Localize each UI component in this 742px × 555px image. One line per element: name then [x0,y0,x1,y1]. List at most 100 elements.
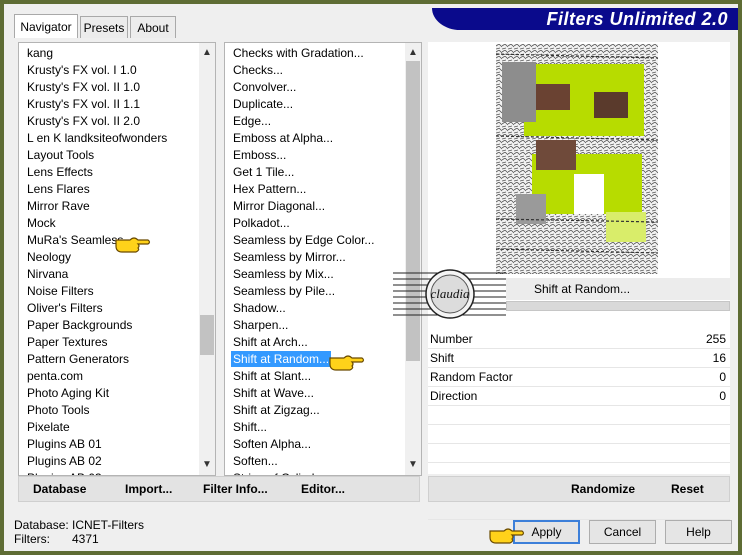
filter-item[interactable]: Sharpen... [225,317,403,334]
filter-item[interactable]: Checks with Gradation... [225,45,403,62]
scroll-up-arrow-icon[interactable]: ▲ [405,45,421,61]
category-item[interactable]: Krusty's FX vol. I 1.0 [19,62,197,79]
filter-item[interactable]: Hex Pattern... [225,181,403,198]
selected-filter-name: Shift at Random... [506,278,730,300]
category-item[interactable]: L en K landksiteofwonders [19,130,197,147]
filter-item[interactable]: Shift at Random... [225,351,403,368]
filter-item[interactable]: Emboss... [225,147,403,164]
filter-item[interactable]: Convolver... [225,79,403,96]
category-item[interactable]: Lens Flares [19,181,197,198]
filter-item[interactable]: Checks... [225,62,403,79]
filter-item[interactable]: Shadow... [225,300,403,317]
filter-item[interactable]: Polkadot... [225,215,403,232]
category-item[interactable]: Plugins AB 03 [19,470,197,475]
category-item-label: Paper Backgrounds [27,318,133,332]
tab-about[interactable]: About [130,16,176,38]
filter-item-label: Shift at Slant... [233,369,312,383]
category-item[interactable]: Lens Effects [19,164,197,181]
category-item[interactable]: Photo Tools [19,402,197,419]
filter-item[interactable]: Shift at Arch... [225,334,403,351]
filter-item-label: Soften Alpha... [233,437,312,451]
category-item-label: Lens Flares [27,182,90,196]
filter-item[interactable]: Soften... [225,453,403,470]
filter-item[interactable]: Duplicate... [225,96,403,113]
category-item[interactable]: Plugins AB 02 [19,453,197,470]
category-item[interactable]: Mock [19,215,197,232]
category-item[interactable]: Neology [19,249,197,266]
category-item[interactable]: Krusty's FX vol. II 1.0 [19,79,197,96]
category-item[interactable]: MuRa's Seamless [19,232,197,249]
category-item[interactable]: Paper Backgrounds [19,317,197,334]
filter-item[interactable]: Seamless by Edge Color... [225,232,403,249]
scroll-down-arrow-icon[interactable]: ▼ [199,457,215,473]
category-item[interactable]: Pixelate [19,419,197,436]
filter-item-label: Shift at Wave... [233,386,314,400]
category-item[interactable]: Mirror Rave [19,198,197,215]
category-item-label: Mirror Rave [27,199,90,213]
filter-item[interactable]: Edge... [225,113,403,130]
category-scrollbar[interactable]: ▲ ▼ [199,43,215,475]
filter-item-label: Duplicate... [233,97,294,111]
scroll-up-arrow-icon[interactable]: ▲ [199,45,215,61]
param-row[interactable]: Random Factor 0 [428,368,730,387]
category-item[interactable]: Krusty's FX vol. II 2.0 [19,113,197,130]
filter-item[interactable]: Soften Alpha... [225,436,403,453]
filter-item[interactable]: Seamless by Mirror... [225,249,403,266]
filter-item[interactable]: Shift at Slant... [225,368,403,385]
database-button[interactable]: Database [33,481,86,497]
filter-item-label: Checks with Gradation... [233,46,364,60]
filter-item[interactable]: Mirror Diagonal... [225,198,403,215]
param-row[interactable]: Direction 0 [428,387,730,406]
category-item[interactable]: Photo Aging Kit [19,385,197,402]
category-scroll-thumb[interactable] [200,315,214,355]
import-button[interactable]: Import... [125,481,172,497]
category-item[interactable]: Pattern Generators [19,351,197,368]
category-item[interactable]: Paper Textures [19,334,197,351]
filter-item[interactable]: Shift... [225,419,403,436]
editor-button[interactable]: Editor... [301,481,345,497]
filter-list[interactable]: Checks with Gradation... Checks... Convolv… [225,43,403,475]
category-item[interactable]: Nirvana [19,266,197,283]
filter-item[interactable]: Seamless by Mix... [225,266,403,283]
category-item-label: Plugins AB 02 [27,454,102,468]
category-item[interactable]: Plugins AB 01 [19,436,197,453]
category-item[interactable]: Oliver's Filters [19,300,197,317]
watermark-logo: claudia [393,269,506,319]
scroll-down-arrow-icon[interactable]: ▼ [405,457,421,473]
tab-presets[interactable]: Presets [80,16,128,38]
filter-item-label: Polkadot... [233,216,290,230]
title-banner: Filters Unlimited 2.0 [432,8,738,30]
param-label: Number [430,332,473,346]
filter-item-label: Get 1 Tile... [233,165,295,179]
category-item[interactable]: Layout Tools [19,147,197,164]
param-row[interactable]: Shift 16 [428,349,730,368]
filter-scrollbar[interactable]: ▲ ▼ [405,43,421,475]
category-list[interactable]: kang Krusty's FX vol. I 1.0 Krusty's FX vo… [19,43,197,475]
reset-button[interactable]: Reset [671,481,704,497]
category-item[interactable]: Noise Filters [19,283,197,300]
cancel-button[interactable]: Cancel [589,520,656,544]
category-item[interactable]: kang [19,45,197,62]
category-item-label: Nirvana [27,267,69,281]
filter-item[interactable]: Seamless by Pile... [225,283,403,300]
filter-item[interactable]: Shift at Wave... [225,385,403,402]
database-value: ICNET-Filters [72,518,144,532]
category-item-label: Noise Filters [27,284,94,298]
tab-navigator[interactable]: Navigator [14,14,78,38]
filter-item[interactable]: Emboss at Alpha... [225,130,403,147]
filter-item[interactable]: Get 1 Tile... [225,164,403,181]
filter-item[interactable]: Shift at Zigzag... [225,402,403,419]
help-button[interactable]: Help [665,520,732,544]
category-item[interactable]: Krusty's FX vol. II 1.1 [19,96,197,113]
category-item-label: MuRa's Seamless [27,233,124,247]
param-button-bar: Randomize Reset [428,476,730,502]
randomize-button[interactable]: Randomize [571,481,635,497]
filter-item[interactable]: Stripe of Cylinder... [225,470,403,475]
param-row[interactable]: Number 255 [428,330,730,349]
filter-item-label: Seamless by Mirror... [233,250,346,264]
category-item-label: Krusty's FX vol. II 1.0 [27,80,140,94]
filter-item-label: Seamless by Pile... [233,284,336,298]
param-value: 0 [719,370,726,384]
category-item[interactable]: penta.com [19,368,197,385]
filter-info-button[interactable]: Filter Info... [203,481,268,497]
